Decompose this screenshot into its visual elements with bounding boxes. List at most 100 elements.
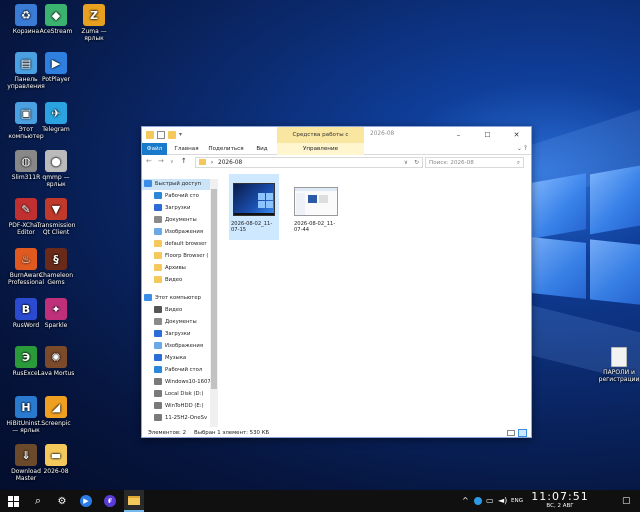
desktop-icon[interactable]: ◢ Screenpic [34,396,78,427]
desktop-icon[interactable]: ▬ 2026-08 [34,444,78,475]
nav-item[interactable]: Архивы [142,263,210,274]
address-input[interactable]: › 2026-08 ∨ ↻ [195,157,423,168]
minimize-button[interactable]: – [444,127,473,143]
desktop-icon-label: Chameleon Gems [38,272,74,286]
tab-file[interactable]: Файл [142,143,167,155]
document-icon [611,347,627,367]
desktop-icon-passwords[interactable]: ПАРОЛИ и регистрации [597,347,640,383]
new-folder-icon[interactable] [168,131,176,139]
up-icon[interactable]: ↑ [181,157,187,165]
title-bar[interactable]: ▾ Средства работы с рисунками 2026-08 – … [142,127,531,154]
nav-item[interactable]: Local Disk (D:) [142,389,210,400]
details-view-icon[interactable] [507,430,515,436]
quick-access-toolbar: ▾ [146,131,184,139]
tray-overflow-icon[interactable]: ^ [462,490,469,512]
nav-item[interactable]: Загрузки [142,203,210,214]
path-segment[interactable]: 2026-08 [218,160,242,166]
desktop-icon-label: qmmp — ярлык [42,174,70,188]
nav-item[interactable]: Документы [142,215,210,226]
explorer-window[interactable]: ▾ Средства работы с рисунками 2026-08 – … [141,126,532,438]
nav-item[interactable]: Загрузки [142,329,210,340]
clock-time: 11:07:51 [531,490,589,503]
nav-item[interactable]: Документы [142,317,210,328]
file-item[interactable]: 2026-08-02_11-07-15 [229,174,279,240]
thumbnail-view-icon[interactable] [518,429,527,437]
sparkle-icon: ✦ [45,298,67,320]
nav-item[interactable]: Быстрый доступ [142,179,210,190]
nav-item[interactable]: Видео [142,275,210,286]
nav-item[interactable]: Изображения [142,227,210,238]
notifications-icon[interactable]: ▢ [622,490,631,512]
recent-dropdown-icon[interactable]: ∨ [170,159,174,165]
nav-item[interactable]: Этот компьютер [142,293,210,304]
nav-item-icon [154,330,162,337]
desktop-icon[interactable]: ● qmmp — ярлык [34,150,78,188]
nav-item-icon [154,216,162,223]
nav-item-label: Изображения [165,229,204,235]
nav-scrollbar[interactable] [210,179,218,427]
desktop-icon[interactable]: ▼ Transmission Qt Client [34,198,78,236]
nav-item-icon [154,402,162,409]
floorp-icon[interactable]: ғ [100,490,120,512]
nav-item[interactable]: Изображения [142,341,210,352]
nav-item[interactable]: WinToHDD (E:) [142,401,210,412]
scroll-thumb[interactable] [211,189,217,389]
tray-app-icon[interactable] [474,490,482,512]
volume-icon[interactable]: ◄) [498,490,507,512]
nav-item-icon [154,414,162,421]
desktop-icon[interactable]: ▶ PotPlayer [34,52,78,83]
close-button[interactable]: ✕ [502,127,531,143]
desktop-icon[interactable]: ✺ Lava Mortus [34,346,78,377]
dropdown-icon[interactable]: ▾ [179,131,184,139]
desktop-icon[interactable]: ✈ Telegram [34,102,78,133]
tab-share[interactable]: Поделиться [206,143,246,155]
maximize-button[interactable]: ☐ [473,127,502,143]
network-icon[interactable]: ▭ [486,490,494,512]
nav-item[interactable]: Музыка [142,353,210,364]
zuma-icon: Z [83,4,105,26]
nav-item[interactable]: Windows10-1607 [142,377,210,388]
screenshot-thumbnail [233,183,275,216]
desktop-icon[interactable]: Z Zuma — ярлык [72,4,116,42]
nav-item[interactable]: Рабочий стол [142,365,210,376]
nav-item-label: Windows10-1607 [165,379,210,385]
nav-item[interactable]: Видео [142,305,210,316]
settings-icon[interactable]: ⚙ [52,490,72,512]
media-player-icon[interactable]: ▶ [76,490,96,512]
tab-manage[interactable]: Управление [277,143,364,155]
refresh-icon[interactable]: ↻ [414,158,419,168]
start-icon[interactable] [0,490,26,512]
nav-item-label: Загрузки [165,331,191,337]
nav-item-label: Документы [165,319,197,325]
tab-view[interactable]: Вид [250,143,274,155]
desktop-icon[interactable]: § Chameleon Gems [34,248,78,286]
desktop-icon[interactable]: ✦ Sparkle [34,298,78,329]
back-icon[interactable]: ← [146,157,152,165]
nav-item-icon [154,378,162,385]
folder-icon[interactable] [146,131,154,139]
file-name: 2026-08-02_11-07-44 [294,221,336,233]
properties-icon[interactable] [157,131,165,139]
nav-item-label: Музыка [165,355,187,361]
file-name: 2026-08-02_11-07-15 [231,221,273,233]
nav-item-icon [154,342,162,349]
nav-item-label: WinToHDD (E:) [165,403,204,409]
navigation-pane[interactable]: Быстрый доступ Рабочий сто Загрузки Докумен… [142,179,218,427]
clock[interactable]: 11:07:51 ВС, 2 АВГ [530,491,590,510]
search-icon[interactable]: ⌕ [28,490,48,512]
explorer-icon[interactable] [124,490,144,512]
ribbon-expand-icon[interactable]: ⌄ ? [517,145,527,152]
search-input[interactable]: Поиск: 2026-08 ⌕ [425,157,524,168]
file-list[interactable]: 2026-08-02_11-07-15 2026-08-02_11-07-44 [222,171,530,427]
language-indicator[interactable]: ENG [511,490,523,512]
nav-item-icon [154,264,162,271]
forward-icon[interactable]: → [158,157,164,165]
nav-item[interactable]: Рабочий сто [142,191,210,202]
address-dropdown-icon[interactable]: ∨ [404,158,408,168]
nav-item[interactable]: default browser [142,239,210,250]
nav-item[interactable]: 11-25H2-OneSv [142,413,210,424]
file-item[interactable]: 2026-08-02_11-07-44 [292,174,342,240]
nav-item[interactable]: Floorp Browser ( [142,251,210,262]
desktop-icon-label: Telegram [42,126,70,133]
tab-home[interactable]: Главная [170,143,203,155]
